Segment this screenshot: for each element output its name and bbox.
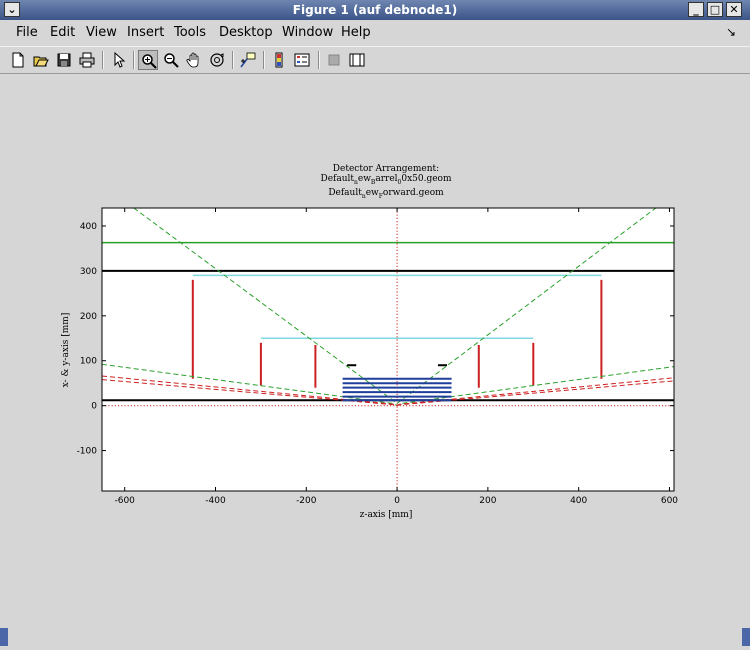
rotate-3d-icon[interactable] bbox=[207, 50, 227, 70]
close-icon[interactable]: ✕ bbox=[726, 2, 742, 17]
minimize-icon[interactable]: _ bbox=[688, 2, 704, 17]
chart-title-line-2: DefaultnewBarrel00x50.geom bbox=[320, 174, 451, 186]
toolbar-separator bbox=[263, 51, 265, 69]
x-tick-label: -400 bbox=[205, 496, 226, 506]
chart-title-line-3: DefaultnewForward.geom bbox=[328, 188, 444, 200]
x-axis-label: z-axis [mm] bbox=[360, 510, 413, 520]
print-icon[interactable] bbox=[77, 50, 97, 70]
new-figure-icon[interactable] bbox=[8, 50, 28, 70]
show-plot-tools-icon[interactable] bbox=[347, 50, 367, 70]
x-tick-label: 0 bbox=[394, 496, 400, 506]
x-tick-label: 200 bbox=[479, 496, 496, 506]
chevron-down-icon[interactable]: ⌄ bbox=[4, 2, 20, 17]
menu-file[interactable]: File bbox=[16, 25, 38, 40]
chart-title-line-1: Detector Arrangement: bbox=[333, 164, 439, 174]
maximize-icon[interactable]: □ bbox=[707, 2, 723, 17]
menu-desktop[interactable]: Desktop bbox=[219, 25, 273, 40]
data-cursor-icon[interactable] bbox=[238, 50, 258, 70]
x-tick-label: 400 bbox=[570, 496, 587, 506]
x-tick-label: 600 bbox=[661, 496, 678, 506]
window-title: Figure 1 (auf debnode1) bbox=[292, 3, 458, 17]
hide-plot-tools-icon[interactable] bbox=[324, 50, 344, 70]
toolbar-separator bbox=[102, 51, 104, 69]
figure-toolbar bbox=[0, 46, 750, 74]
y-tick-label: 400 bbox=[80, 222, 97, 232]
y-tick-label: -100 bbox=[77, 447, 98, 457]
y-tick-label: 0 bbox=[91, 402, 97, 412]
y-axis-label: x- & y-axis [mm] bbox=[61, 313, 71, 388]
save-icon[interactable] bbox=[54, 50, 74, 70]
window-titlebar[interactable]: ⌄ Figure 1 (auf debnode1) _ □ ✕ bbox=[0, 0, 750, 20]
menu-view[interactable]: View bbox=[86, 25, 117, 40]
menubar: File Edit View Insert Tools Desktop Wind… bbox=[0, 22, 750, 44]
pan-hand-icon[interactable] bbox=[184, 50, 204, 70]
zoom-out-icon[interactable] bbox=[161, 50, 181, 70]
dock-arrow-icon[interactable]: ↘ bbox=[726, 25, 736, 39]
colorbar-icon[interactable] bbox=[269, 50, 289, 70]
menu-edit[interactable]: Edit bbox=[50, 25, 75, 40]
y-tick-label: 200 bbox=[80, 312, 97, 322]
window-corner-right[interactable] bbox=[742, 628, 750, 646]
x-tick-label: -600 bbox=[114, 496, 135, 506]
figure-canvas[interactable]: Detector Arrangement: DefaultnewBarrel00… bbox=[6, 74, 744, 642]
zoom-in-icon[interactable] bbox=[138, 50, 158, 70]
menu-insert[interactable]: Insert bbox=[127, 25, 164, 40]
legend-icon[interactable] bbox=[292, 50, 312, 70]
menu-help[interactable]: Help bbox=[341, 25, 371, 40]
figure-window: ⌄ Figure 1 (auf debnode1) _ □ ✕ File Edi… bbox=[0, 0, 750, 650]
toolbar-separator bbox=[232, 51, 234, 69]
select-arrow-icon[interactable] bbox=[109, 50, 129, 70]
window-corner-left[interactable] bbox=[0, 628, 8, 646]
menu-tools[interactable]: Tools bbox=[174, 25, 206, 40]
y-tick-label: 100 bbox=[80, 357, 97, 367]
toolbar-separator bbox=[133, 51, 135, 69]
toolbar-separator bbox=[318, 51, 320, 69]
plot-svg[interactable]: Detector Arrangement: DefaultnewBarrel00… bbox=[6, 74, 744, 642]
x-tick-label: -200 bbox=[296, 496, 317, 506]
y-tick-label: 300 bbox=[80, 267, 97, 277]
axes-background[interactable] bbox=[102, 208, 674, 491]
open-file-icon[interactable] bbox=[31, 50, 51, 70]
menu-window[interactable]: Window bbox=[282, 25, 333, 40]
